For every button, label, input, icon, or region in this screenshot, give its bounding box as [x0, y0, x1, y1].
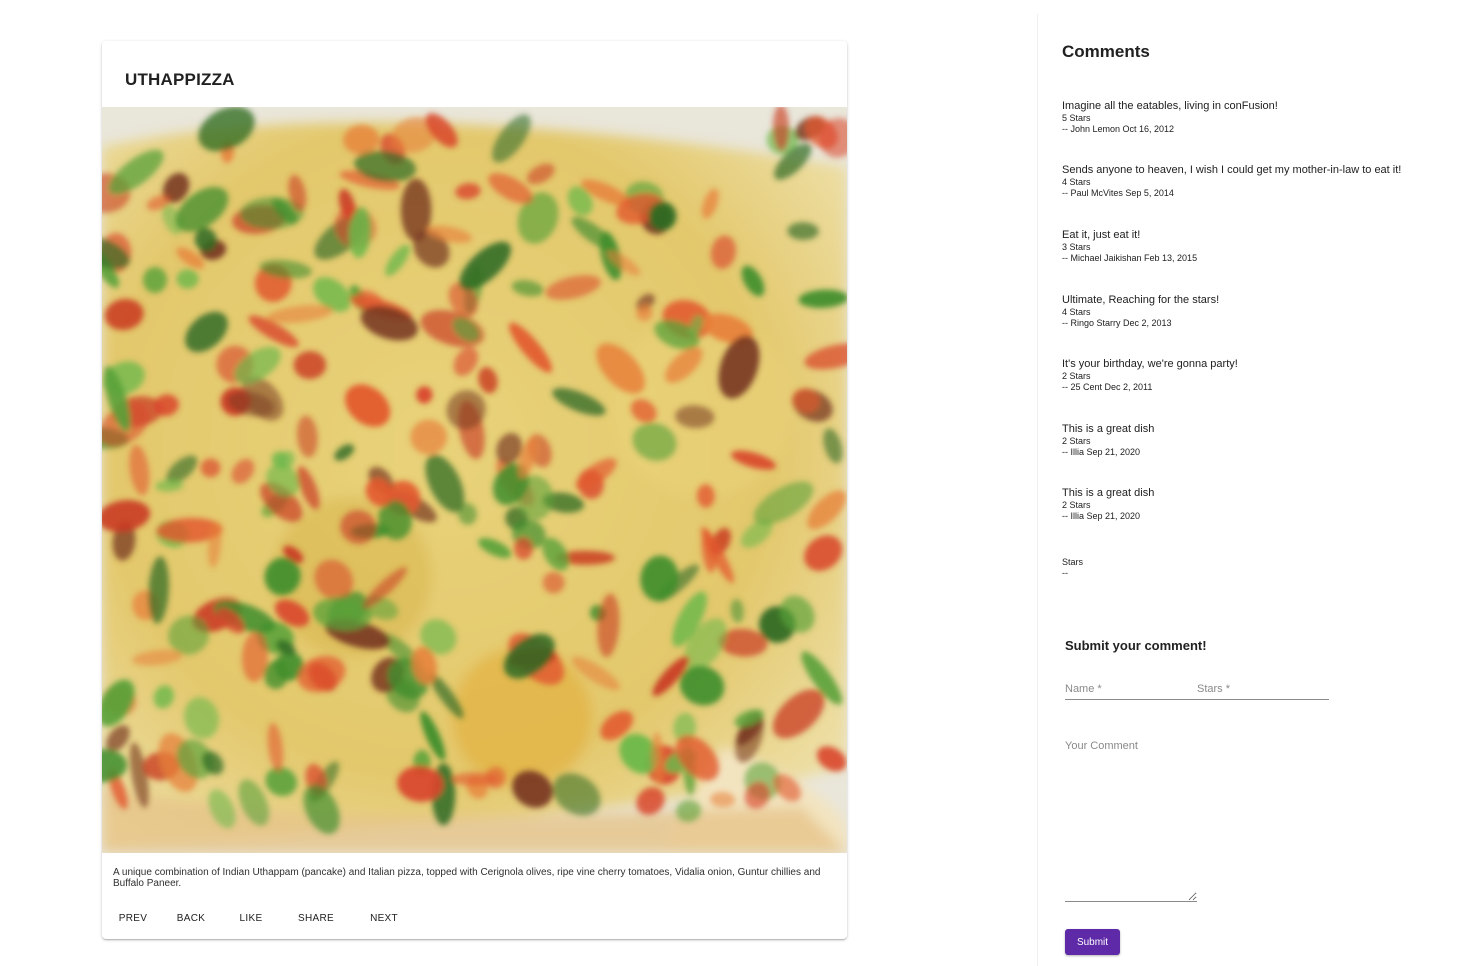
comment-text: This is a great dish	[1062, 423, 1155, 435]
topping-blob	[451, 772, 500, 786]
comment-item: Ultimate, Reaching for the stars! 4 Star…	[1062, 294, 1452, 329]
comment-item: Stars --	[1062, 557, 1452, 579]
back-button[interactable]: BACK	[168, 905, 214, 933]
comment-author-date: -- Ringo Starry Dec 2, 2013	[1062, 318, 1172, 328]
dish-image	[102, 107, 847, 853]
pizza-photo	[102, 107, 847, 853]
comment-author-date: -- Paul McVites Sep 5, 2014	[1062, 188, 1174, 198]
comment-item: Sends anyone to heaven, I wish I could g…	[1062, 164, 1452, 199]
comment-item: This is a great dish 2 Stars -- Illia Se…	[1062, 487, 1452, 522]
comment-author-date: -- Michael Jaikishan Feb 13, 2015	[1062, 253, 1198, 263]
comment-stars: 2 Stars	[1062, 500, 1091, 510]
comment-author-date: -- Illia Sep 21, 2020	[1062, 447, 1141, 457]
comment-stars: 4 Stars	[1062, 307, 1091, 317]
next-button[interactable]: NEXT	[360, 905, 408, 933]
dish-title: UTHAPPIZZA	[125, 70, 235, 89]
comment-item: This is a great dish 2 Stars -- Illia Se…	[1062, 423, 1452, 458]
comment-author-date: -- Illia Sep 21, 2020	[1062, 511, 1141, 521]
share-button[interactable]: SHARE	[290, 905, 342, 933]
comment-item: Eat it, just eat it! 3 Stars -- Michael …	[1062, 229, 1452, 264]
comment-stars: 5 Stars	[1062, 113, 1091, 123]
comment-author-date: -- 25 Cent Dec 2, 2011	[1062, 382, 1153, 392]
comment-author-date: -- John Lemon Oct 16, 2012	[1062, 124, 1175, 134]
comment-text: Imagine all the eatables, living in conF…	[1062, 100, 1278, 112]
submit-button[interactable]: Submit	[1065, 929, 1120, 955]
form-title: Submit your comment!	[1065, 638, 1207, 653]
comment-text: Eat it, just eat it!	[1062, 229, 1141, 241]
comment-stars: 2 Stars	[1062, 436, 1091, 446]
name-input[interactable]	[1065, 678, 1197, 700]
comment-text: It's your birthday, we're gonna party!	[1062, 358, 1238, 370]
dish-description: A unique combination of Indian Uthappam …	[113, 867, 821, 889]
page: UTHAPPIZZA A unique combination of India…	[0, 0, 1462, 966]
comment-stars: Stars	[1062, 557, 1084, 567]
comment-stars: 4 Stars	[1062, 177, 1091, 187]
like-button[interactable]: LIKE	[228, 905, 274, 933]
comment-stars: 3 Stars	[1062, 242, 1091, 252]
comment-item: It's your birthday, we're gonna party! 2…	[1062, 358, 1452, 393]
comments-heading: Comments	[1062, 42, 1150, 61]
stars-input[interactable]	[1197, 678, 1329, 700]
comments-panel: Comments Imagine all the eatables, livin…	[1037, 14, 1462, 612]
prev-button[interactable]: PREV	[110, 905, 156, 933]
comment-text: Ultimate, Reaching for the stars!	[1062, 294, 1220, 306]
comment-item: Imagine all the eatables, living in conF…	[1062, 100, 1452, 135]
comment-text: Sends anyone to heaven, I wish I could g…	[1062, 164, 1402, 176]
comment-author-date: --	[1062, 568, 1068, 578]
comment-form-panel: Submit your comment! Submit	[1037, 612, 1462, 966]
comment-text: This is a great dish	[1062, 487, 1155, 499]
comment-stars: 2 Stars	[1062, 371, 1091, 381]
comment-textarea[interactable]	[1065, 740, 1197, 902]
dish-card: UTHAPPIZZA A unique combination of India…	[102, 41, 847, 939]
